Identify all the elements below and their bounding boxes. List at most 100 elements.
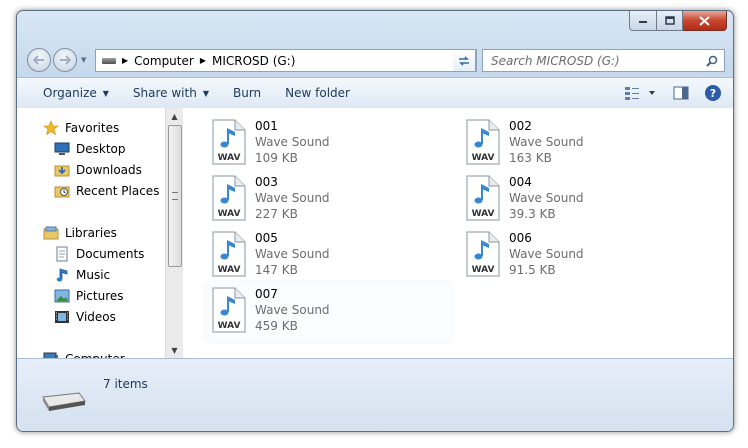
file-item[interactable]: WAV 002 Wave Sound 163 KB [463,118,703,170]
drive-icon [102,57,116,64]
navigation-scrollbar[interactable]: ▲ ▼ [165,108,183,358]
refresh-button[interactable] [453,49,476,72]
scroll-up-arrow-icon[interactable]: ▲ [166,108,183,124]
file-size: 109 KB [255,151,298,165]
nav-recent-places-label: Recent Places [76,184,160,198]
file-type: Wave Sound [255,303,330,317]
new-folder-label: New folder [285,86,350,100]
maximize-button[interactable] [657,11,683,31]
nav-favorites[interactable]: Favorites [43,119,119,137]
close-button[interactable] [683,11,727,31]
scroll-down-arrow-icon[interactable]: ▼ [166,342,183,358]
nav-music-label: Music [76,268,111,282]
pictures-icon [54,288,70,304]
chevron-down-icon: ▼ [102,88,109,98]
search-input[interactable] [489,52,703,69]
burn-label: Burn [232,86,262,100]
file-type: Wave Sound [255,191,330,205]
forward-button[interactable] [53,48,77,72]
new-folder-button[interactable]: New folder [273,78,362,108]
file-size: 91.5 KB [509,263,556,277]
nav-libraries-label: Libraries [65,226,117,240]
change-view-button[interactable] [621,81,661,105]
burn-button[interactable]: Burn [221,78,273,108]
star-icon [43,120,59,136]
svg-text:?: ? [710,87,716,100]
file-item[interactable]: WAV 004 Wave Sound 39.3 KB [463,174,703,226]
file-size: 147 KB [255,263,298,277]
file-item[interactable]: WAV 001 Wave Sound 109 KB [209,118,449,170]
file-size: 227 KB [255,207,298,221]
wav-file-icon: WAV [212,287,246,333]
details-pane: 7 items [17,358,733,431]
file-type: Wave Sound [509,135,584,149]
address-bar[interactable]: ▶ Computer ▶ MICROSD (G:) ▼ [95,49,477,72]
wav-label: WAV [218,265,241,275]
command-bar: Organize ▼ Share with ▼ Burn New folder [17,77,733,109]
nav-documents[interactable]: Documents [54,245,144,263]
downloads-folder-icon [54,162,70,178]
item-count: 7 items [103,377,148,391]
file-list: WAV 001 Wave Sound 109 KB WAV 002 Wave S… [183,108,733,358]
nav-desktop[interactable]: Desktop [54,140,126,158]
navigation-pane: Favorites Desktop Downloads Recent Place… [17,108,165,366]
removable-drive-icon [42,392,86,411]
nav-music[interactable]: Music [54,266,110,284]
search-icon[interactable] [706,55,718,67]
help-button[interactable]: ? [701,81,725,105]
help-icon: ? [705,85,721,101]
file-name: 007 [255,287,278,301]
file-name: 003 [255,175,278,189]
file-size: 39.3 KB [509,207,556,221]
file-type: Wave Sound [255,135,330,149]
breadcrumb-current[interactable]: MICROSD (G:) [212,54,295,68]
file-item[interactable]: WAV 006 Wave Sound 91.5 KB [463,230,703,282]
maximize-icon [664,16,675,25]
forward-arrow-icon [60,55,71,65]
wav-file-icon: WAV [466,119,500,165]
wav-file-icon: WAV [466,231,500,277]
view-options-icon [625,87,655,100]
preview-pane-button[interactable] [669,81,693,105]
back-button[interactable] [27,48,51,72]
close-icon [699,15,710,26]
nav-downloads[interactable]: Downloads [54,161,142,179]
minimize-icon [639,20,647,23]
wav-file-icon: WAV [212,231,246,277]
file-type: Wave Sound [255,247,330,261]
file-name: 002 [509,119,532,133]
nav-libraries[interactable]: Libraries [43,224,117,242]
file-type: Wave Sound [509,191,584,205]
file-name: 005 [255,231,278,245]
recent-pages-dropdown[interactable]: ▼ [81,56,86,64]
share-with-menu[interactable]: Share with ▼ [121,78,221,108]
scrollbar-thumb[interactable] [168,125,182,267]
nav-pictures[interactable]: Pictures [54,287,124,305]
file-item[interactable]: WAV 007 Wave Sound 459 KB [209,286,449,338]
file-name: 001 [255,119,278,133]
toolbar-right: ? [621,78,733,108]
wav-label: WAV [218,153,241,163]
breadcrumb-computer[interactable]: Computer [134,54,194,68]
organize-menu[interactable]: Organize ▼ [31,78,121,108]
breadcrumb-arrow-icon[interactable]: ▶ [122,56,128,65]
recent-places-icon [54,183,70,199]
caption-buttons [629,11,727,31]
back-arrow-icon [33,55,44,65]
wav-label: WAV [218,209,241,219]
breadcrumb-arrow-icon[interactable]: ▶ [200,56,206,65]
wav-label: WAV [472,153,495,163]
file-item[interactable]: WAV 005 Wave Sound 147 KB [209,230,449,282]
nav-desktop-label: Desktop [76,142,126,156]
desktop-icon [54,141,70,157]
minimize-button[interactable] [629,11,657,31]
file-size: 459 KB [255,319,298,333]
chevron-down-icon: ▼ [202,88,209,98]
search-box[interactable] [482,49,725,72]
explorer-window: ▼ ▶ Computer ▶ MICROSD (G:) ▼ Organize ▼… [16,10,734,432]
file-item[interactable]: WAV 003 Wave Sound 227 KB [209,174,449,226]
nav-downloads-label: Downloads [76,163,142,177]
nav-recent-places[interactable]: Recent Places [54,182,159,200]
nav-videos[interactable]: Videos [54,308,116,326]
share-with-label: Share with [132,86,197,100]
